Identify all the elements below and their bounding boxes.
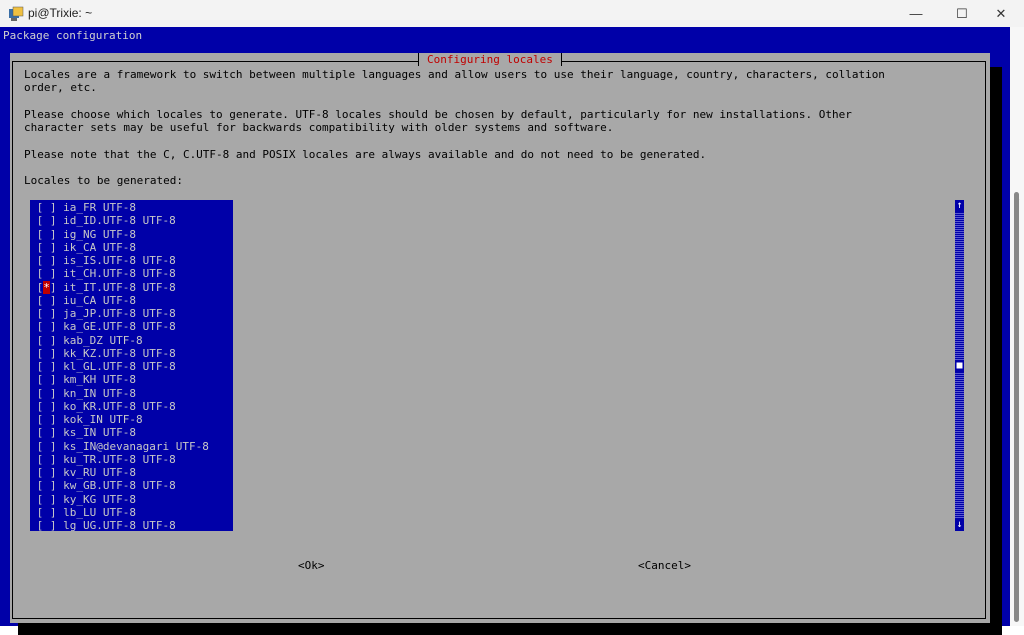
- checkbox-unchecked[interactable]: [ ]: [37, 254, 57, 267]
- locale-label: ks_IN@devanagari UTF-8: [63, 439, 209, 453]
- ok-button[interactable]: <Ok>: [298, 559, 325, 572]
- locales-to-generate-label: Locales to be generated:: [24, 174, 183, 187]
- locale-label: kab_DZ UTF-8: [63, 333, 143, 347]
- package-configuration-header: Package configuration: [3, 29, 143, 42]
- dialog-title: Configuring locales: [418, 53, 562, 66]
- locale-label: id_ID.UTF-8 UTF-8: [63, 214, 176, 228]
- locale-list-item[interactable]: [ ] kl_GL.UTF-8 UTF-8: [30, 360, 233, 373]
- checkbox-unchecked[interactable]: [ ]: [37, 466, 57, 479]
- locale-label: ka_GE.UTF-8 UTF-8: [63, 320, 176, 334]
- checkbox-unchecked[interactable]: [ ]: [37, 294, 57, 307]
- locale-list-item[interactable]: [ ] ik_CA UTF-8: [30, 241, 233, 254]
- locale-list-item[interactable]: [ ] ko_KR.UTF-8 UTF-8: [30, 400, 233, 413]
- locale-list-item[interactable]: [ ] ku_TR.UTF-8 UTF-8: [30, 453, 233, 466]
- locale-list-item[interactable]: [ ] ky_KG UTF-8: [30, 493, 233, 506]
- terminal-area[interactable]: Package configuration Configuring locale…: [0, 27, 1010, 635]
- checkbox-unchecked[interactable]: [ ]: [37, 214, 57, 227]
- locale-label: kk_KZ.UTF-8 UTF-8: [63, 346, 176, 360]
- locale-list-item[interactable]: [ ] lg_UG.UTF-8 UTF-8: [30, 519, 233, 531]
- locale-label: lb_LU UTF-8: [63, 505, 136, 519]
- locale-list-item[interactable]: [ ] is_IS.UTF-8 UTF-8: [30, 254, 233, 267]
- checkbox-unchecked[interactable]: [ ]: [37, 320, 57, 333]
- window-titlebar: pi@Trixie: ~ — ☐ ✕: [0, 0, 1024, 28]
- locale-label: is_IS.UTF-8 UTF-8: [63, 254, 176, 267]
- locales-scrollbar[interactable]: ↑ ■ ↓: [955, 200, 964, 531]
- description-paragraph-3: Please note that the C, C.UTF-8 and POSI…: [24, 148, 707, 161]
- checkbox-unchecked[interactable]: [ ]: [37, 413, 57, 426]
- description-paragraph-1: Locales are a framework to switch betwee…: [24, 68, 885, 94]
- locale-label: iu_CA UTF-8: [63, 293, 136, 307]
- checkbox-unchecked[interactable]: [ ]: [37, 334, 57, 347]
- locale-list-item[interactable]: [ ] ja_JP.UTF-8 UTF-8: [30, 307, 233, 320]
- locale-list-item[interactable]: [ ] kk_KZ.UTF-8 UTF-8: [30, 347, 233, 360]
- locale-list-item[interactable]: [ ] id_ID.UTF-8 UTF-8: [30, 214, 233, 227]
- locale-list-item[interactable]: [ ] ig_NG UTF-8: [30, 228, 233, 241]
- cancel-button[interactable]: <Cancel>: [638, 559, 691, 572]
- locale-list-item[interactable]: [ ] it_CH.UTF-8 UTF-8: [30, 267, 233, 280]
- checkbox-unchecked[interactable]: [ ]: [37, 519, 57, 531]
- checkbox-unchecked[interactable]: [ ]: [37, 228, 57, 241]
- window-scrollbar[interactable]: ▲: [1010, 27, 1024, 626]
- locale-label: it_CH.UTF-8 UTF-8: [63, 267, 176, 281]
- locale-list-item[interactable]: [ ] kok_IN UTF-8: [30, 413, 233, 426]
- locale-label: kw_GB.UTF-8 UTF-8: [63, 479, 176, 493]
- locale-list-item[interactable]: [ ] ka_GE.UTF-8 UTF-8: [30, 320, 233, 333]
- locale-list-item[interactable]: [*] it_IT.UTF-8 UTF-8: [30, 280, 233, 294]
- locale-label: kv_RU UTF-8: [63, 466, 136, 479]
- locale-label: ia_FR UTF-8: [63, 201, 136, 214]
- locale-label: ku_TR.UTF-8 UTF-8: [63, 452, 176, 466]
- locale-list-item[interactable]: [ ] kv_RU UTF-8: [30, 466, 233, 479]
- window-scroll-thumb[interactable]: [1014, 192, 1019, 622]
- scroll-thumb[interactable]: ■: [955, 360, 964, 372]
- locale-label: ky_KG UTF-8: [63, 492, 136, 506]
- locale-label: ks_IN UTF-8: [63, 426, 136, 440]
- locale-list-item[interactable]: [ ] iu_CA UTF-8: [30, 294, 233, 307]
- checkbox-unchecked[interactable]: [ ]: [37, 201, 57, 214]
- checkbox-unchecked[interactable]: [ ]: [37, 373, 57, 386]
- checkbox-unchecked[interactable]: [ ]: [37, 400, 57, 413]
- close-button[interactable]: ✕: [978, 0, 1024, 27]
- checkbox-unchecked[interactable]: [ ]: [37, 387, 57, 400]
- checkbox-unchecked[interactable]: [ ]: [37, 479, 57, 492]
- scroll-up-arrow-icon[interactable]: ↑: [955, 200, 964, 212]
- checkbox-mark: *: [43, 280, 50, 294]
- locale-label: kn_IN UTF-8: [63, 386, 136, 400]
- checkbox-unchecked[interactable]: [ ]: [37, 506, 57, 519]
- locale-label: ko_KR.UTF-8 UTF-8: [63, 399, 176, 413]
- locale-list-item[interactable]: [ ] ia_FR UTF-8: [30, 201, 233, 214]
- locale-label: km_KH UTF-8: [63, 373, 136, 387]
- locale-list-item[interactable]: [ ] kab_DZ UTF-8: [30, 334, 233, 347]
- description-paragraph-2: Please choose which locales to generate.…: [24, 108, 852, 134]
- locale-list-item[interactable]: [ ] kn_IN UTF-8: [30, 387, 233, 400]
- checkbox-unchecked[interactable]: [ ]: [37, 241, 57, 254]
- locale-label: it_IT.UTF-8 UTF-8: [63, 280, 176, 294]
- window-title: pi@Trixie: ~: [28, 6, 93, 20]
- checkbox-unchecked[interactable]: [ ]: [37, 267, 57, 280]
- locale-label: ig_NG UTF-8: [63, 227, 136, 241]
- locale-label: ja_JP.UTF-8 UTF-8: [63, 307, 176, 320]
- locale-list-item[interactable]: [ ] ks_IN@devanagari UTF-8: [30, 440, 233, 453]
- locale-list-item[interactable]: [ ] lb_LU UTF-8: [30, 506, 233, 519]
- checkbox-unchecked[interactable]: [ ]: [37, 493, 57, 506]
- terminal-app-icon: [9, 6, 24, 21]
- checkbox-unchecked[interactable]: [ ]: [37, 360, 57, 373]
- locales-list[interactable]: [ ] ia_FR UTF-8 [ ] id_ID.UTF-8 UTF-8 [ …: [30, 200, 233, 531]
- checkbox-unchecked[interactable]: [ ]: [37, 307, 57, 320]
- locale-list-item[interactable]: [ ] ks_IN UTF-8: [30, 426, 233, 439]
- locale-label: ik_CA UTF-8: [63, 240, 136, 254]
- checkbox-unchecked[interactable]: [ ]: [37, 347, 57, 360]
- checkbox-unchecked[interactable]: [ ]: [37, 440, 57, 453]
- locale-list-item[interactable]: [ ] km_KH UTF-8: [30, 373, 233, 386]
- locale-label: lg_UG.UTF-8 UTF-8: [63, 519, 176, 531]
- checkbox-unchecked[interactable]: [ ]: [37, 453, 57, 466]
- scroll-down-arrow-icon[interactable]: ↓: [955, 519, 964, 531]
- locale-label: kok_IN UTF-8: [63, 413, 143, 426]
- locale-list-item[interactable]: [ ] kw_GB.UTF-8 UTF-8: [30, 479, 233, 492]
- checkbox-unchecked[interactable]: [ ]: [37, 426, 57, 439]
- checkbox-checked[interactable]: [*]: [37, 280, 57, 294]
- locale-label: kl_GL.UTF-8 UTF-8: [63, 360, 176, 373]
- minimize-button[interactable]: —: [893, 0, 939, 27]
